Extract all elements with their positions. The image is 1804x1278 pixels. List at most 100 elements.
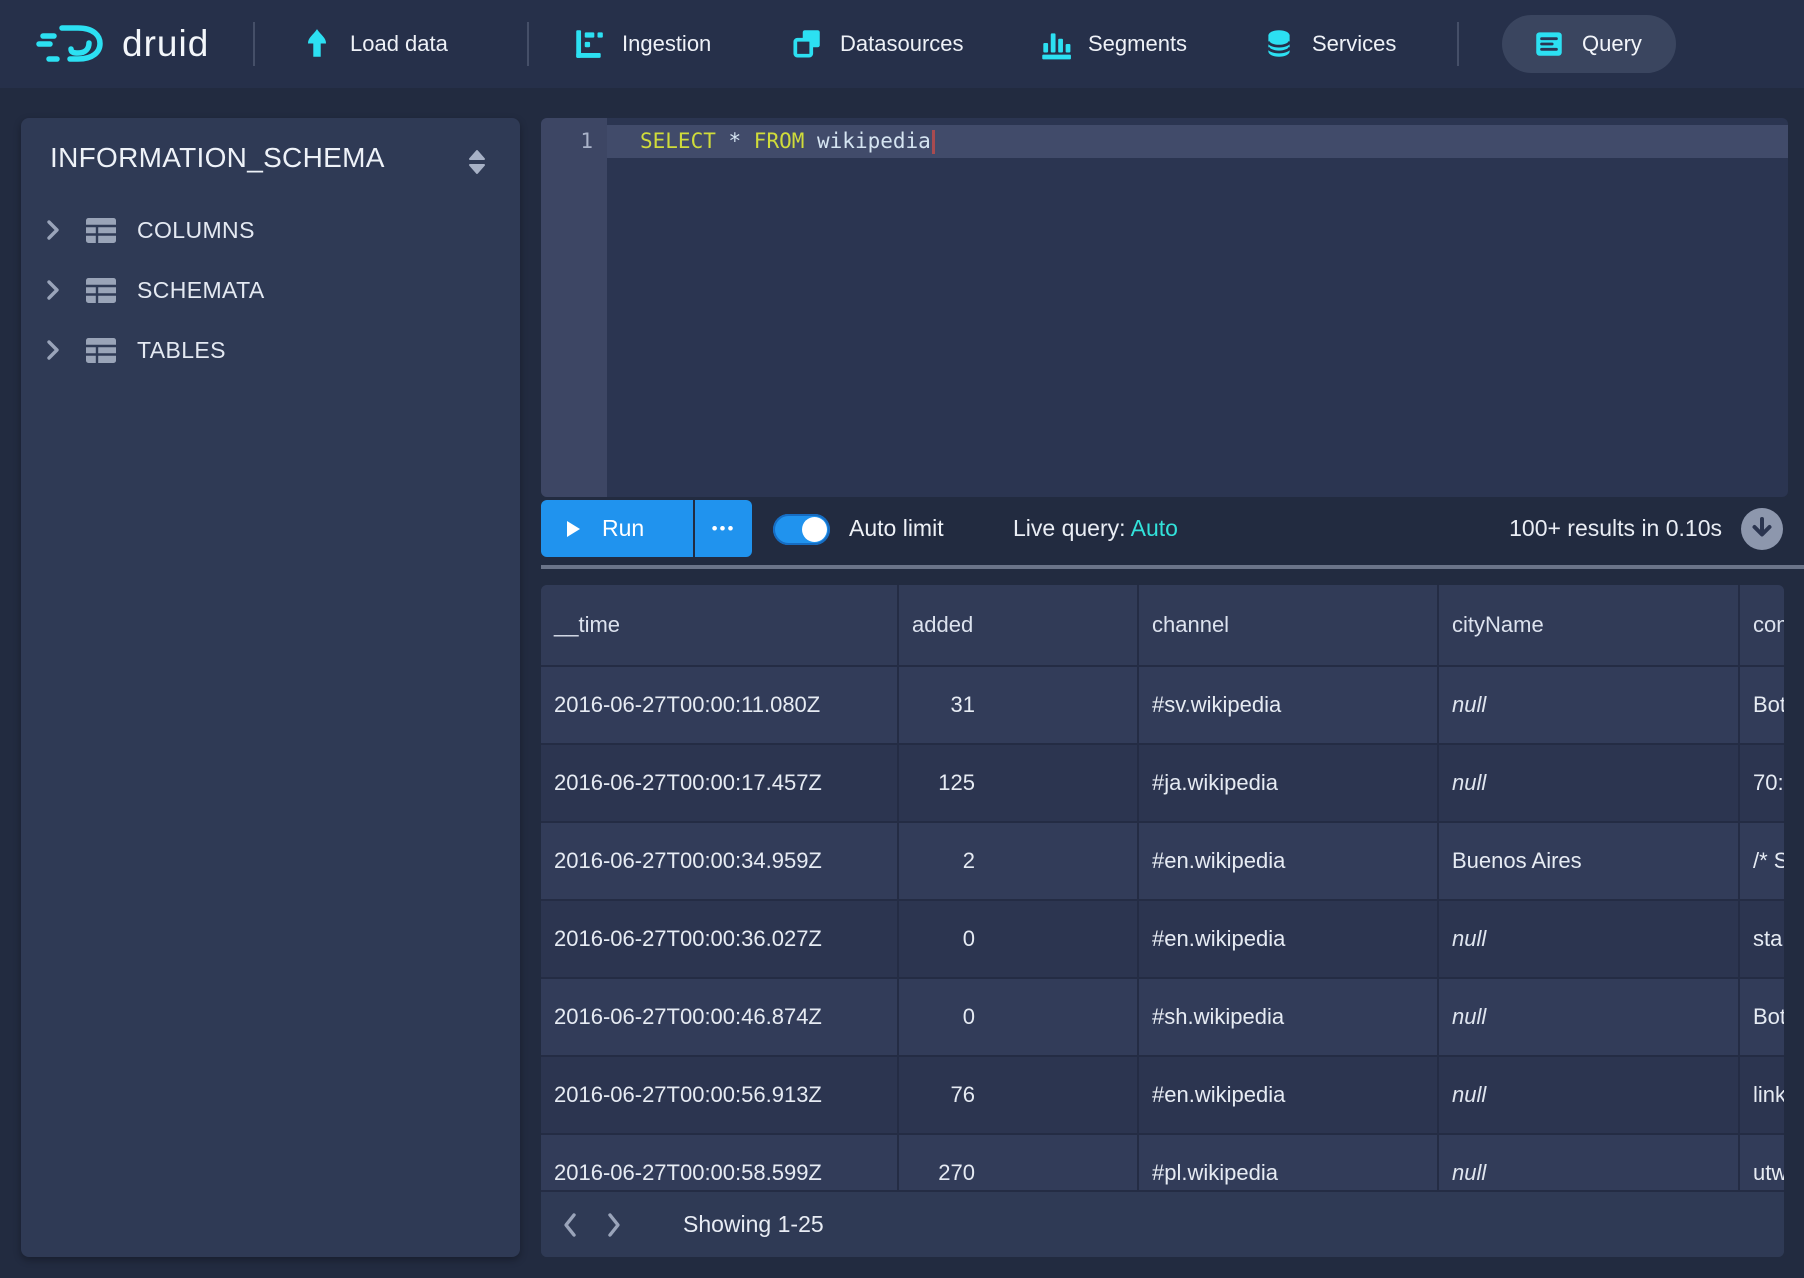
tree-item-columns[interactable]: COLUMNS bbox=[21, 208, 520, 252]
schema-panel: INFORMATION_SCHEMA COLUMNS bbox=[21, 118, 520, 1257]
query-results: __time added channel cityName comment 20… bbox=[541, 585, 1784, 1257]
play-icon bbox=[567, 521, 580, 537]
nav-divider bbox=[1457, 22, 1459, 66]
tree-item-label: TABLES bbox=[137, 337, 226, 364]
column-header-channel[interactable]: channel bbox=[1139, 585, 1439, 667]
cell-channel[interactable]: #en.wikipedia bbox=[1139, 901, 1439, 979]
cell-channel[interactable]: #sh.wikipedia bbox=[1139, 979, 1439, 1057]
showing-label[interactable]: Showing 1-25 bbox=[683, 1211, 824, 1238]
chevron-right-icon[interactable] bbox=[45, 219, 65, 241]
tree-item-tables[interactable]: TABLES bbox=[21, 328, 520, 372]
sort-icon[interactable] bbox=[466, 148, 488, 176]
cell-cityname[interactable]: null bbox=[1439, 901, 1740, 979]
sql-text: wikipedia bbox=[804, 129, 930, 153]
cell-cityname[interactable]: null bbox=[1439, 1057, 1740, 1135]
cell-cityname[interactable]: null bbox=[1439, 745, 1740, 823]
next-page-button[interactable] bbox=[599, 1205, 629, 1245]
nav-load-data[interactable]: Load data bbox=[300, 0, 448, 88]
nav-item-label: Services bbox=[1312, 31, 1396, 57]
sql-keyword: SELECT bbox=[640, 129, 716, 153]
table-icon bbox=[85, 217, 117, 244]
segments-icon bbox=[1038, 27, 1072, 61]
cell-channel[interactable]: #en.wikipedia bbox=[1139, 823, 1439, 901]
cell-comment[interactable]: Bot bbox=[1740, 667, 1784, 745]
live-query-label: Live query: bbox=[1013, 515, 1126, 541]
druid-logo-icon bbox=[36, 21, 108, 67]
cell-time[interactable]: 2016-06-27T00:00:11.080Z bbox=[541, 667, 899, 745]
results-table: __time added channel cityName comment 20… bbox=[541, 585, 1784, 1213]
chevron-right-icon bbox=[605, 1212, 623, 1238]
cell-cityname[interactable]: null bbox=[1439, 979, 1740, 1057]
nav-ingestion[interactable]: Ingestion bbox=[572, 0, 711, 88]
nav-segments[interactable]: Segments bbox=[1038, 0, 1187, 88]
text-cursor bbox=[932, 130, 935, 154]
previous-page-button[interactable] bbox=[555, 1205, 585, 1245]
schema-title[interactable]: INFORMATION_SCHEMA bbox=[50, 142, 385, 174]
cell-time[interactable]: 2016-06-27T00:00:17.457Z bbox=[541, 745, 899, 823]
cell-comment[interactable]: Bot bbox=[1740, 979, 1784, 1057]
table-icon bbox=[85, 277, 117, 304]
run-label: Run bbox=[602, 515, 644, 542]
live-query-value[interactable]: Auto bbox=[1131, 515, 1178, 541]
chevron-left-icon bbox=[561, 1212, 579, 1238]
cell-comment[interactable]: link bbox=[1740, 1057, 1784, 1135]
line-number: 1 bbox=[541, 125, 593, 158]
cell-added[interactable]: 76 bbox=[899, 1057, 1139, 1135]
nav-divider bbox=[253, 22, 255, 66]
auto-limit-label: Auto limit bbox=[849, 515, 944, 542]
cell-comment[interactable]: sta bbox=[1740, 901, 1784, 979]
nav-item-label: Load data bbox=[350, 31, 448, 57]
services-icon bbox=[1262, 27, 1296, 61]
nav-item-label: Query bbox=[1582, 31, 1642, 57]
nav-item-label: Segments bbox=[1088, 31, 1187, 57]
nav-query[interactable]: Query bbox=[1502, 15, 1676, 73]
brand-text: druid bbox=[122, 23, 209, 65]
column-header-comment[interactable]: comment bbox=[1740, 585, 1784, 667]
cell-time[interactable]: 2016-06-27T00:00:36.027Z bbox=[541, 901, 899, 979]
cell-channel[interactable]: #en.wikipedia bbox=[1139, 1057, 1439, 1135]
cell-time[interactable]: 2016-06-27T00:00:34.959Z bbox=[541, 823, 899, 901]
cell-added[interactable]: 0 bbox=[899, 979, 1139, 1057]
cell-added[interactable]: 125 bbox=[899, 745, 1139, 823]
column-header-cityname[interactable]: cityName bbox=[1439, 585, 1740, 667]
sql-keyword: FROM bbox=[754, 129, 805, 153]
druid-logo[interactable]: druid bbox=[36, 0, 209, 88]
chevron-right-icon[interactable] bbox=[45, 279, 65, 301]
tree-item-label: SCHEMATA bbox=[137, 277, 265, 304]
nav-services[interactable]: Services bbox=[1262, 0, 1396, 88]
auto-limit-toggle[interactable] bbox=[773, 514, 830, 545]
cell-comment[interactable]: /* S bbox=[1740, 823, 1784, 901]
cell-channel[interactable]: #ja.wikipedia bbox=[1139, 745, 1439, 823]
chevron-right-icon[interactable] bbox=[45, 339, 65, 361]
cell-cityname[interactable]: null bbox=[1439, 667, 1740, 745]
download-icon bbox=[1740, 507, 1784, 551]
cell-added[interactable]: 2 bbox=[899, 823, 1139, 901]
more-options-button[interactable]: ••• bbox=[695, 500, 752, 557]
cell-comment[interactable]: 70: bbox=[1740, 745, 1784, 823]
download-results-button[interactable] bbox=[1740, 507, 1784, 551]
results-summary: 100+ results in 0.10s bbox=[1509, 515, 1722, 542]
cell-added[interactable]: 31 bbox=[899, 667, 1139, 745]
query-icon bbox=[1532, 27, 1566, 61]
column-header-time[interactable]: __time bbox=[541, 585, 899, 667]
cell-time[interactable]: 2016-06-27T00:00:56.913Z bbox=[541, 1057, 899, 1135]
cell-cityname[interactable]: Buenos Aires bbox=[1439, 823, 1740, 901]
cell-added[interactable]: 0 bbox=[899, 901, 1139, 979]
sql-editor[interactable]: 1 SELECT * FROM wikipedia bbox=[541, 118, 1788, 497]
datasources-icon bbox=[790, 27, 824, 61]
nav-divider bbox=[527, 22, 529, 66]
sql-code-line[interactable]: SELECT * FROM wikipedia bbox=[640, 125, 935, 158]
cell-channel[interactable]: #sv.wikipedia bbox=[1139, 667, 1439, 745]
column-header-added[interactable]: added bbox=[899, 585, 1139, 667]
cell-time[interactable]: 2016-06-27T00:00:46.874Z bbox=[541, 979, 899, 1057]
resize-splitter[interactable] bbox=[541, 565, 1804, 569]
sql-text: * bbox=[716, 129, 754, 153]
tree-item-schemata[interactable]: SCHEMATA bbox=[21, 268, 520, 312]
editor-gutter bbox=[541, 118, 607, 497]
query-toolbar: Run ••• Auto limit Live query: Auto 100+… bbox=[541, 497, 1804, 565]
load-data-icon bbox=[300, 27, 334, 61]
nav-datasources[interactable]: Datasources bbox=[790, 0, 964, 88]
toggle-knob bbox=[802, 517, 827, 542]
ingestion-icon bbox=[572, 27, 606, 61]
run-button[interactable]: Run bbox=[541, 500, 693, 557]
